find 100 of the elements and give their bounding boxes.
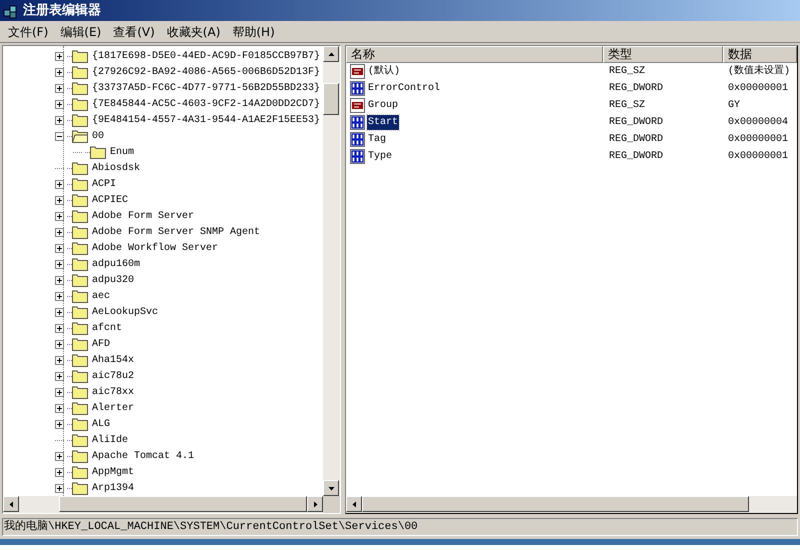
string-value-icon	[350, 98, 366, 113]
registry-cubes-icon	[3, 2, 19, 18]
tree-item[interactable]: Enum	[109, 144, 136, 160]
scroll-arrow-button[interactable]	[3, 496, 19, 512]
tree-item[interactable]: Apache Tomcat 4.1	[91, 448, 196, 464]
scroll-thumb[interactable]	[362, 496, 749, 512]
expand-icon[interactable]	[55, 196, 64, 204]
tree-item[interactable]: AliIde	[91, 432, 130, 448]
vertical-scrollbar[interactable]	[323, 46, 340, 496]
scroll-arrow-button[interactable]	[323, 46, 339, 62]
menu-item[interactable]: 查看(V)	[107, 22, 161, 40]
expand-icon[interactable]	[55, 52, 64, 60]
expand-icon[interactable]	[55, 276, 64, 284]
expand-icon[interactable]	[55, 324, 64, 332]
tree-item[interactable]: {27926C92-BA92-4086-A565-006B6D52D13F}	[91, 64, 322, 80]
folder-icon	[72, 162, 88, 174]
value-name[interactable]: (默认)	[367, 64, 402, 79]
expand-icon[interactable]	[55, 68, 64, 76]
tree-item[interactable]: aic78u2	[91, 368, 136, 384]
value-type: REG_SZ	[608, 99, 646, 113]
scroll-arrow-button[interactable]	[346, 496, 362, 512]
expand-icon[interactable]	[55, 452, 64, 460]
menu-item[interactable]: 收藏夹(A)	[160, 22, 226, 40]
tree-item[interactable]: Adobe Form Server	[91, 208, 196, 224]
expand-icon[interactable]	[55, 100, 64, 108]
expand-icon[interactable]	[55, 180, 64, 188]
tree-item[interactable]: AeLookupSvc	[91, 304, 160, 320]
tree-item[interactable]: {9E484154-4557-4A31-9544-A1AE2F15EE53}	[91, 112, 322, 128]
tree-item[interactable]: Adobe Workflow Server	[91, 240, 220, 256]
folder-icon	[72, 322, 88, 334]
tree-item[interactable]: Abiosdsk	[91, 160, 142, 176]
expand-icon[interactable]	[55, 116, 64, 124]
value-data: 0x00000004	[727, 116, 790, 130]
scroll-thumb[interactable]	[59, 496, 307, 512]
left-arrow-icon	[350, 500, 358, 508]
tree-item[interactable]: aic78xx	[91, 384, 136, 400]
expand-icon[interactable]	[55, 84, 64, 92]
expand-icon[interactable]	[55, 420, 64, 428]
menu-item[interactable]: 文件(F)	[2, 22, 54, 40]
folder-icon	[72, 386, 88, 398]
tree-item[interactable]: Arp1394	[91, 480, 136, 496]
tree-item[interactable]: 00	[91, 128, 106, 144]
column-header[interactable]: 数据	[723, 46, 797, 63]
expand-icon[interactable]	[55, 468, 64, 476]
expand-icon[interactable]	[55, 228, 64, 236]
value-name[interactable]: Type	[367, 149, 394, 164]
tree-item[interactable]: afcnt	[91, 320, 124, 336]
tree-item[interactable]: Aha154x	[91, 352, 136, 368]
expand-icon[interactable]	[55, 388, 64, 396]
left-arrow-icon	[8, 500, 14, 508]
horizontal-scrollbar[interactable]	[3, 496, 340, 513]
expand-icon[interactable]	[55, 292, 64, 300]
tree-item[interactable]: Adobe Form Server SNMP Agent	[91, 224, 262, 240]
expand-icon[interactable]	[55, 372, 64, 380]
tree-item[interactable]: adpu160m	[91, 256, 142, 272]
value-name[interactable]: Tag	[367, 132, 388, 147]
open-folder-icon	[72, 130, 88, 142]
binary-value-icon	[350, 149, 366, 164]
tree-item[interactable]: {7E845844-AC5C-4603-9CF2-14A2D0DD2CD7}	[91, 96, 322, 112]
tree-item[interactable]: ACPI	[91, 176, 118, 192]
expand-icon[interactable]	[55, 356, 64, 364]
collapse-icon[interactable]	[55, 132, 64, 140]
expand-icon[interactable]	[55, 404, 64, 412]
tree-item[interactable]: {33737A5D-FC6C-4D77-9771-56B2D55BD233}	[91, 80, 322, 96]
window-title: 注册表编辑器	[23, 2, 101, 20]
tree-item[interactable]: {1817E698-D5E0-44ED-AC9D-F0185CCB97B7}	[91, 48, 322, 64]
tree-item[interactable]: adpu320	[91, 272, 136, 288]
value-data: GY	[727, 99, 742, 113]
scroll-arrow-button[interactable]	[307, 496, 323, 512]
tree-item[interactable]: AFD	[91, 336, 112, 352]
value-type: REG_SZ	[608, 65, 646, 79]
tree-item[interactable]: AppMgmt	[91, 464, 136, 480]
column-header[interactable]: 类型	[603, 46, 723, 63]
expand-icon[interactable]	[55, 340, 64, 348]
folder-icon	[72, 354, 88, 366]
expand-icon[interactable]	[55, 212, 64, 220]
scroll-arrow-button[interactable]	[323, 480, 339, 496]
expand-icon[interactable]	[55, 308, 64, 316]
horizontal-scrollbar[interactable]	[346, 496, 797, 513]
tree-item[interactable]: aec	[91, 288, 112, 304]
folder-icon	[72, 450, 88, 462]
tree-item[interactable]: ACPIEC	[91, 192, 130, 208]
scroll-thumb[interactable]	[323, 83, 339, 115]
expand-icon[interactable]	[55, 484, 64, 492]
column-header[interactable]: 名称	[346, 46, 603, 63]
tree-item[interactable]: Alerter	[91, 400, 136, 416]
expand-icon[interactable]	[55, 260, 64, 268]
folder-icon	[72, 66, 88, 78]
value-data: 0x00000001	[727, 150, 790, 164]
expand-icon[interactable]	[55, 244, 64, 252]
binary-value-icon	[350, 115, 366, 130]
tree-item[interactable]: ALG	[91, 416, 112, 432]
value-name[interactable]: Group	[367, 98, 400, 113]
menu-item[interactable]: 帮助(H)	[226, 22, 281, 40]
menu-item[interactable]: 编辑(E)	[54, 22, 108, 40]
folder-icon	[72, 370, 88, 382]
value-type: REG_DWORD	[608, 116, 664, 130]
value-name[interactable]: ErrorControl	[367, 81, 442, 96]
folder-icon	[72, 402, 88, 414]
value-name[interactable]: Start	[367, 115, 400, 130]
